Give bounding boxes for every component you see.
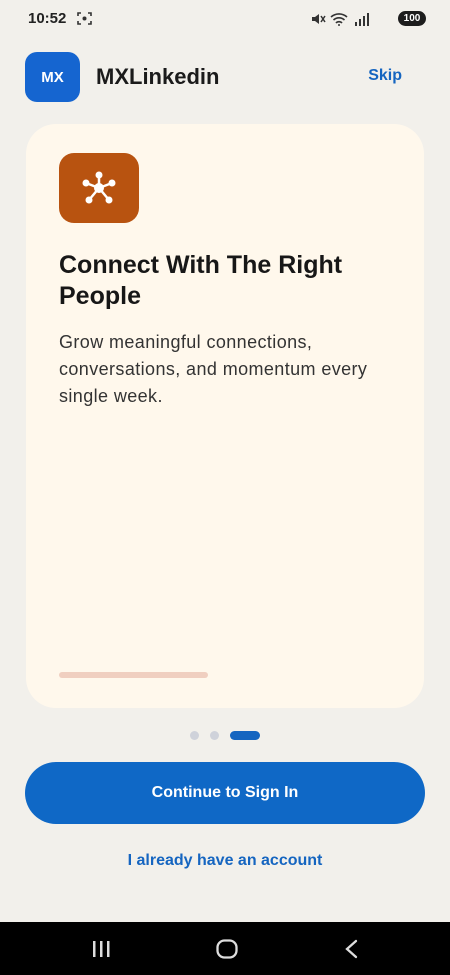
page-dot-1[interactable] <box>190 731 199 740</box>
card-description: Grow meaningful connections, conversatio… <box>59 332 368 406</box>
skip-button[interactable]: Skip <box>368 67 402 85</box>
mute-icon <box>312 14 326 24</box>
status-time: 10:52 <box>28 10 67 27</box>
card-title: Connect With The Right People <box>59 251 343 310</box>
recent-apps-icon[interactable] <box>90 939 112 959</box>
page-dot-2[interactable] <box>210 731 219 740</box>
back-icon[interactable] <box>342 938 362 960</box>
card-progress-bar <box>59 672 208 678</box>
app-title: MXLinkedin <box>96 64 220 89</box>
continue-to-sign-in-button[interactable]: Continue to Sign In <box>25 762 425 824</box>
status-bar: 10:52 100 <box>0 0 450 36</box>
network-icon <box>59 153 139 223</box>
app-logo: MX <box>25 52 80 102</box>
home-icon[interactable] <box>215 937 239 961</box>
system-nav-bar <box>0 922 450 975</box>
onboarding-card: Connect With The Right People Grow meani… <box>26 124 424 708</box>
already-have-account-link[interactable]: I already have an account <box>0 852 450 870</box>
battery-icon: 100 <box>398 11 426 26</box>
signal-icon <box>355 13 369 26</box>
screenshot-icon <box>77 12 92 25</box>
page-dot-3-active[interactable] <box>230 731 260 740</box>
wifi-icon <box>330 13 348 26</box>
